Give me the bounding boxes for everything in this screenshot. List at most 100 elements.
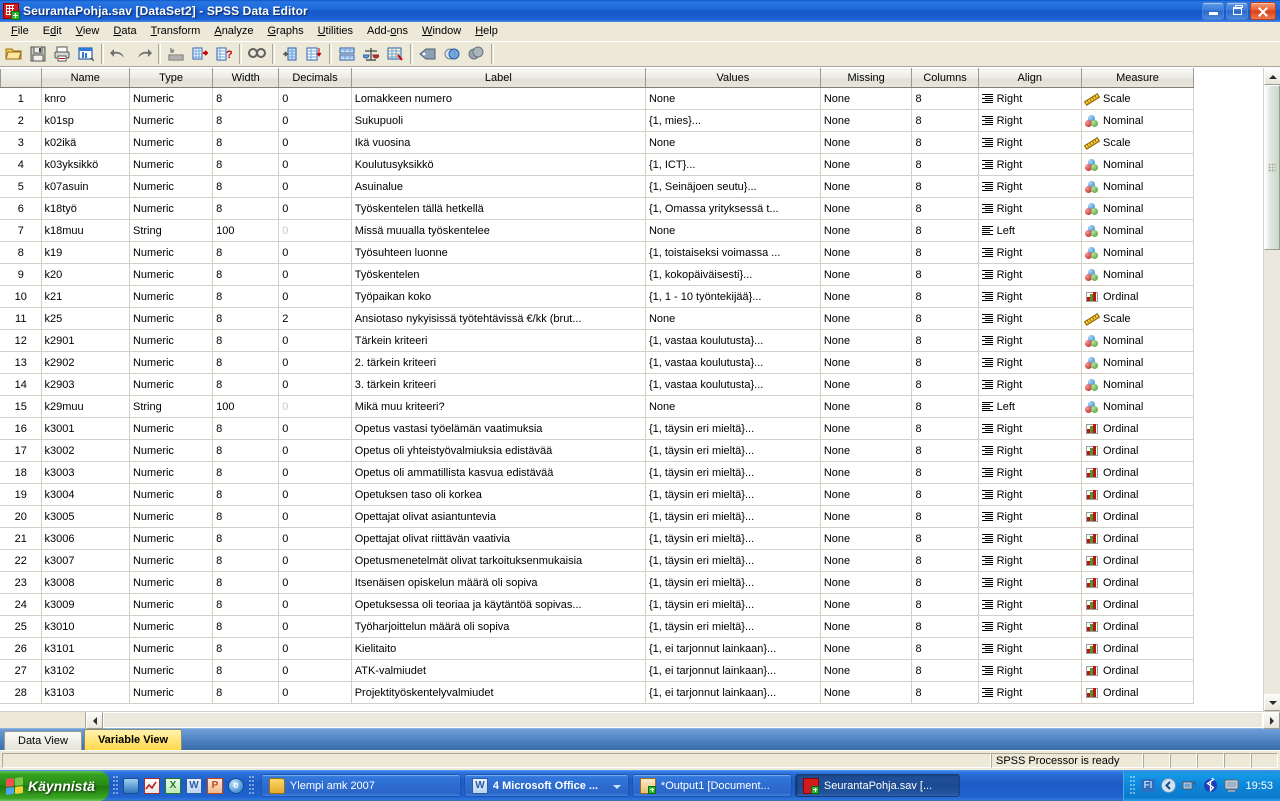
cell-missing[interactable]: None: [820, 110, 912, 132]
cell-decimals[interactable]: 0: [279, 352, 351, 374]
cell-decimals[interactable]: 2: [279, 308, 351, 330]
close-button[interactable]: [1250, 2, 1276, 20]
row-header[interactable]: 24: [1, 594, 42, 616]
language-indicator[interactable]: FI: [1141, 779, 1156, 792]
variables-info-icon[interactable]: ?: [212, 43, 236, 66]
cell-values[interactable]: None: [645, 132, 820, 154]
cell-width[interactable]: 8: [213, 638, 279, 660]
cell-decimals[interactable]: 0: [279, 242, 351, 264]
cell-values[interactable]: {1, Seinäjoen seutu}...: [645, 176, 820, 198]
cell-missing[interactable]: None: [820, 352, 912, 374]
table-row[interactable]: 19k3004Numeric80Opetuksen taso oli korke…: [1, 484, 1194, 506]
cell-align[interactable]: Right: [978, 286, 1081, 308]
cell-label[interactable]: Työskentelen tällä hetkellä: [351, 198, 645, 220]
select-cases-icon[interactable]: [383, 43, 407, 66]
table-row[interactable]: 25k3010Numeric80Työharjoittelun määrä ol…: [1, 616, 1194, 638]
cell-align[interactable]: Right: [978, 198, 1081, 220]
cell-measure[interactable]: Ordinal: [1081, 682, 1193, 704]
row-header[interactable]: 10: [1, 286, 42, 308]
row-header[interactable]: 15: [1, 396, 42, 418]
cell-width[interactable]: 8: [213, 616, 279, 638]
display-icon[interactable]: [1224, 778, 1239, 793]
cell-values[interactable]: None: [645, 396, 820, 418]
menu-help[interactable]: Help: [468, 23, 505, 40]
cell-name[interactable]: k21: [41, 286, 129, 308]
cell-label[interactable]: Opetuksessa oli teoriaa ja käytäntöä sop…: [351, 594, 645, 616]
row-header[interactable]: 5: [1, 176, 42, 198]
cell-decimals[interactable]: 0: [279, 110, 351, 132]
taskbar-item-ylempi-amk-2007[interactable]: Ylempi amk 2007: [261, 774, 461, 797]
cell-name[interactable]: k3003: [41, 462, 129, 484]
cell-columns[interactable]: 8: [912, 418, 978, 440]
cell-values[interactable]: {1, vastaa koulutusta}...: [645, 352, 820, 374]
cell-decimals[interactable]: 0: [279, 88, 351, 110]
cell-align[interactable]: Left: [978, 396, 1081, 418]
cell-values[interactable]: {1, ei tarjonnut lainkaan}...: [645, 638, 820, 660]
row-header[interactable]: 17: [1, 440, 42, 462]
cell-values[interactable]: {1, täysin eri mieltä}...: [645, 506, 820, 528]
row-header[interactable]: 25: [1, 616, 42, 638]
row-header[interactable]: 14: [1, 374, 42, 396]
cell-name[interactable]: k2903: [41, 374, 129, 396]
table-row[interactable]: 21k3006Numeric80Opettajat olivat riittäv…: [1, 528, 1194, 550]
cell-columns[interactable]: 8: [912, 484, 978, 506]
cell-type[interactable]: Numeric: [129, 132, 212, 154]
cell-align[interactable]: Right: [978, 638, 1081, 660]
cell-decimals[interactable]: 0: [279, 462, 351, 484]
cell-values[interactable]: None: [645, 88, 820, 110]
print-icon[interactable]: [50, 43, 74, 66]
cell-label[interactable]: Työsuhteen luonne: [351, 242, 645, 264]
cell-decimals[interactable]: 0: [279, 198, 351, 220]
col-header-measure[interactable]: Measure: [1081, 69, 1193, 88]
row-header[interactable]: 26: [1, 638, 42, 660]
menu-data[interactable]: Data: [106, 23, 143, 40]
cell-decimals[interactable]: 0: [279, 176, 351, 198]
network-icon[interactable]: [1182, 778, 1197, 793]
col-header-width[interactable]: Width: [213, 69, 279, 88]
cell-columns[interactable]: 8: [912, 660, 978, 682]
cell-label[interactable]: Opetuksen taso oli korkea: [351, 484, 645, 506]
table-row[interactable]: 8k19Numeric80Työsuhteen luonne{1, toista…: [1, 242, 1194, 264]
cell-values[interactable]: {1, täysin eri mieltä}...: [645, 594, 820, 616]
cell-columns[interactable]: 8: [912, 616, 978, 638]
row-header[interactable]: 11: [1, 308, 42, 330]
table-row[interactable]: 2k01spNumeric80Sukupuoli{1, mies}...None…: [1, 110, 1194, 132]
cell-measure[interactable]: Scale: [1081, 132, 1193, 154]
cell-decimals[interactable]: 0: [279, 374, 351, 396]
cell-label[interactable]: Opetusmenetelmät olivat tarkoituksenmuka…: [351, 550, 645, 572]
cell-label[interactable]: Työpaikan koko: [351, 286, 645, 308]
cell-measure[interactable]: Ordinal: [1081, 506, 1193, 528]
table-row[interactable]: 22k3007Numeric80Opetusmenetelmät olivat …: [1, 550, 1194, 572]
cell-name[interactable]: k20: [41, 264, 129, 286]
row-header[interactable]: 16: [1, 418, 42, 440]
use-variable-sets-icon[interactable]: [440, 43, 464, 66]
cell-name[interactable]: k3010: [41, 616, 129, 638]
cell-type[interactable]: Numeric: [129, 308, 212, 330]
cell-align[interactable]: Right: [978, 154, 1081, 176]
col-header-corner[interactable]: [1, 69, 42, 88]
cell-missing[interactable]: None: [820, 638, 912, 660]
undo-icon[interactable]: [107, 43, 131, 66]
menu-file[interactable]: File: [4, 23, 36, 40]
cell-type[interactable]: Numeric: [129, 440, 212, 462]
cell-width[interactable]: 8: [213, 176, 279, 198]
cell-label[interactable]: 3. tärkein kriteeri: [351, 374, 645, 396]
col-header-label[interactable]: Label: [351, 69, 645, 88]
cell-measure[interactable]: Nominal: [1081, 374, 1193, 396]
cell-align[interactable]: Right: [978, 308, 1081, 330]
show-all-variables-icon[interactable]: [464, 43, 488, 66]
row-header[interactable]: 22: [1, 550, 42, 572]
weight-cases-icon[interactable]: [359, 43, 383, 66]
cell-missing[interactable]: None: [820, 242, 912, 264]
menu-addons[interactable]: Add-ons: [360, 23, 415, 40]
cell-columns[interactable]: 8: [912, 198, 978, 220]
cell-align[interactable]: Right: [978, 528, 1081, 550]
cell-decimals[interactable]: 0: [279, 330, 351, 352]
cell-label[interactable]: Ansiotaso nykyisissä työtehtävissä €/kk …: [351, 308, 645, 330]
cell-values[interactable]: {1, vastaa koulutusta}...: [645, 374, 820, 396]
cell-width[interactable]: 8: [213, 308, 279, 330]
cell-width[interactable]: 8: [213, 88, 279, 110]
cell-columns[interactable]: 8: [912, 352, 978, 374]
table-row[interactable]: 14k2903Numeric803. tärkein kriteeri{1, v…: [1, 374, 1194, 396]
col-header-columns[interactable]: Columns: [912, 69, 978, 88]
